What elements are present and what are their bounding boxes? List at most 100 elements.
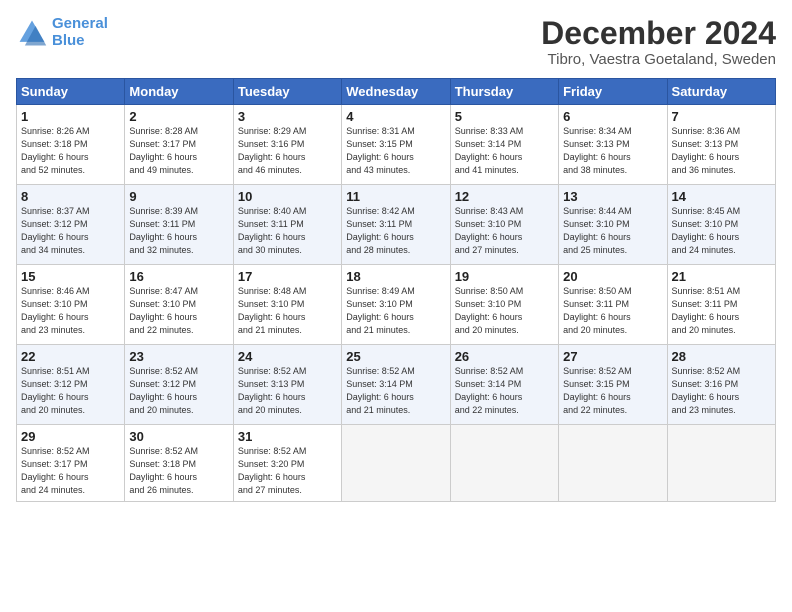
- day-number: 15: [21, 269, 120, 284]
- calendar-cell: [559, 425, 667, 502]
- day-number: 27: [563, 349, 662, 364]
- day-info: Sunrise: 8:46 AM Sunset: 3:10 PM Dayligh…: [21, 285, 120, 337]
- day-number: 22: [21, 349, 120, 364]
- day-number: 13: [563, 189, 662, 204]
- day-number: 5: [455, 109, 554, 124]
- page: General Blue December 2024 Tibro, Vaestr…: [0, 0, 792, 612]
- day-number: 9: [129, 189, 228, 204]
- col-monday: Monday: [125, 79, 233, 105]
- calendar-cell: 20Sunrise: 8:50 AM Sunset: 3:11 PM Dayli…: [559, 265, 667, 345]
- day-info: Sunrise: 8:52 AM Sunset: 3:17 PM Dayligh…: [21, 445, 120, 497]
- day-info: Sunrise: 8:50 AM Sunset: 3:11 PM Dayligh…: [563, 285, 662, 337]
- day-info: Sunrise: 8:29 AM Sunset: 3:16 PM Dayligh…: [238, 125, 337, 177]
- day-number: 4: [346, 109, 445, 124]
- logo-general: General: [52, 15, 108, 32]
- day-number: 16: [129, 269, 228, 284]
- header: General Blue December 2024 Tibro, Vaestr…: [16, 16, 776, 68]
- calendar-cell: 8Sunrise: 8:37 AM Sunset: 3:12 PM Daylig…: [17, 185, 125, 265]
- calendar-header-row: Sunday Monday Tuesday Wednesday Thursday…: [17, 79, 776, 105]
- day-number: 30: [129, 429, 228, 444]
- day-info: Sunrise: 8:52 AM Sunset: 3:14 PM Dayligh…: [346, 365, 445, 417]
- col-tuesday: Tuesday: [233, 79, 341, 105]
- day-info: Sunrise: 8:45 AM Sunset: 3:10 PM Dayligh…: [672, 205, 771, 257]
- day-number: 28: [672, 349, 771, 364]
- day-info: Sunrise: 8:52 AM Sunset: 3:20 PM Dayligh…: [238, 445, 337, 497]
- calendar-cell: 14Sunrise: 8:45 AM Sunset: 3:10 PM Dayli…: [667, 185, 775, 265]
- day-info: Sunrise: 8:52 AM Sunset: 3:15 PM Dayligh…: [563, 365, 662, 417]
- day-number: 19: [455, 269, 554, 284]
- day-number: 3: [238, 109, 337, 124]
- calendar-cell: 16Sunrise: 8:47 AM Sunset: 3:10 PM Dayli…: [125, 265, 233, 345]
- calendar-cell: 3Sunrise: 8:29 AM Sunset: 3:16 PM Daylig…: [233, 105, 341, 185]
- title-block: December 2024 Tibro, Vaestra Goetaland, …: [541, 16, 776, 68]
- day-info: Sunrise: 8:51 AM Sunset: 3:11 PM Dayligh…: [672, 285, 771, 337]
- calendar-cell: 1Sunrise: 8:26 AM Sunset: 3:18 PM Daylig…: [17, 105, 125, 185]
- day-info: Sunrise: 8:34 AM Sunset: 3:13 PM Dayligh…: [563, 125, 662, 177]
- day-info: Sunrise: 8:33 AM Sunset: 3:14 PM Dayligh…: [455, 125, 554, 177]
- calendar-cell: 30Sunrise: 8:52 AM Sunset: 3:18 PM Dayli…: [125, 425, 233, 502]
- day-info: Sunrise: 8:26 AM Sunset: 3:18 PM Dayligh…: [21, 125, 120, 177]
- col-saturday: Saturday: [667, 79, 775, 105]
- calendar-cell: 19Sunrise: 8:50 AM Sunset: 3:10 PM Dayli…: [450, 265, 558, 345]
- col-wednesday: Wednesday: [342, 79, 450, 105]
- day-number: 11: [346, 189, 445, 204]
- calendar-cell: 9Sunrise: 8:39 AM Sunset: 3:11 PM Daylig…: [125, 185, 233, 265]
- day-info: Sunrise: 8:28 AM Sunset: 3:17 PM Dayligh…: [129, 125, 228, 177]
- day-info: Sunrise: 8:31 AM Sunset: 3:15 PM Dayligh…: [346, 125, 445, 177]
- day-number: 21: [672, 269, 771, 284]
- day-info: Sunrise: 8:36 AM Sunset: 3:13 PM Dayligh…: [672, 125, 771, 177]
- day-info: Sunrise: 8:37 AM Sunset: 3:12 PM Dayligh…: [21, 205, 120, 257]
- day-number: 23: [129, 349, 228, 364]
- calendar-cell: 22Sunrise: 8:51 AM Sunset: 3:12 PM Dayli…: [17, 345, 125, 425]
- logo-icon: [16, 17, 48, 49]
- calendar-week-4: 22Sunrise: 8:51 AM Sunset: 3:12 PM Dayli…: [17, 345, 776, 425]
- day-info: Sunrise: 8:50 AM Sunset: 3:10 PM Dayligh…: [455, 285, 554, 337]
- day-info: Sunrise: 8:44 AM Sunset: 3:10 PM Dayligh…: [563, 205, 662, 257]
- calendar-cell: 26Sunrise: 8:52 AM Sunset: 3:14 PM Dayli…: [450, 345, 558, 425]
- day-number: 6: [563, 109, 662, 124]
- calendar-cell: 7Sunrise: 8:36 AM Sunset: 3:13 PM Daylig…: [667, 105, 775, 185]
- day-info: Sunrise: 8:52 AM Sunset: 3:18 PM Dayligh…: [129, 445, 228, 497]
- day-number: 8: [21, 189, 120, 204]
- day-info: Sunrise: 8:52 AM Sunset: 3:14 PM Dayligh…: [455, 365, 554, 417]
- calendar-cell: 17Sunrise: 8:48 AM Sunset: 3:10 PM Dayli…: [233, 265, 341, 345]
- calendar-cell: 27Sunrise: 8:52 AM Sunset: 3:15 PM Dayli…: [559, 345, 667, 425]
- day-number: 24: [238, 349, 337, 364]
- calendar-cell: 31Sunrise: 8:52 AM Sunset: 3:20 PM Dayli…: [233, 425, 341, 502]
- day-info: Sunrise: 8:52 AM Sunset: 3:13 PM Dayligh…: [238, 365, 337, 417]
- day-info: Sunrise: 8:39 AM Sunset: 3:11 PM Dayligh…: [129, 205, 228, 257]
- day-number: 1: [21, 109, 120, 124]
- day-number: 31: [238, 429, 337, 444]
- day-info: Sunrise: 8:51 AM Sunset: 3:12 PM Dayligh…: [21, 365, 120, 417]
- calendar-cell: 25Sunrise: 8:52 AM Sunset: 3:14 PM Dayli…: [342, 345, 450, 425]
- calendar-cell: 24Sunrise: 8:52 AM Sunset: 3:13 PM Dayli…: [233, 345, 341, 425]
- day-info: Sunrise: 8:49 AM Sunset: 3:10 PM Dayligh…: [346, 285, 445, 337]
- day-number: 7: [672, 109, 771, 124]
- calendar-cell: [342, 425, 450, 502]
- day-info: Sunrise: 8:47 AM Sunset: 3:10 PM Dayligh…: [129, 285, 228, 337]
- day-number: 26: [455, 349, 554, 364]
- day-info: Sunrise: 8:52 AM Sunset: 3:12 PM Dayligh…: [129, 365, 228, 417]
- day-info: Sunrise: 8:48 AM Sunset: 3:10 PM Dayligh…: [238, 285, 337, 337]
- logo-text: General Blue: [52, 16, 108, 49]
- calendar-cell: 12Sunrise: 8:43 AM Sunset: 3:10 PM Dayli…: [450, 185, 558, 265]
- calendar-week-5: 29Sunrise: 8:52 AM Sunset: 3:17 PM Dayli…: [17, 425, 776, 502]
- calendar: Sunday Monday Tuesday Wednesday Thursday…: [16, 78, 776, 502]
- day-number: 14: [672, 189, 771, 204]
- calendar-week-2: 8Sunrise: 8:37 AM Sunset: 3:12 PM Daylig…: [17, 185, 776, 265]
- calendar-week-3: 15Sunrise: 8:46 AM Sunset: 3:10 PM Dayli…: [17, 265, 776, 345]
- col-friday: Friday: [559, 79, 667, 105]
- day-info: Sunrise: 8:43 AM Sunset: 3:10 PM Dayligh…: [455, 205, 554, 257]
- calendar-week-1: 1Sunrise: 8:26 AM Sunset: 3:18 PM Daylig…: [17, 105, 776, 185]
- calendar-cell: [450, 425, 558, 502]
- calendar-cell: 29Sunrise: 8:52 AM Sunset: 3:17 PM Dayli…: [17, 425, 125, 502]
- calendar-cell: 15Sunrise: 8:46 AM Sunset: 3:10 PM Dayli…: [17, 265, 125, 345]
- day-number: 10: [238, 189, 337, 204]
- calendar-cell: 4Sunrise: 8:31 AM Sunset: 3:15 PM Daylig…: [342, 105, 450, 185]
- calendar-cell: 5Sunrise: 8:33 AM Sunset: 3:14 PM Daylig…: [450, 105, 558, 185]
- calendar-cell: 10Sunrise: 8:40 AM Sunset: 3:11 PM Dayli…: [233, 185, 341, 265]
- calendar-cell: 13Sunrise: 8:44 AM Sunset: 3:10 PM Dayli…: [559, 185, 667, 265]
- calendar-cell: 11Sunrise: 8:42 AM Sunset: 3:11 PM Dayli…: [342, 185, 450, 265]
- day-number: 17: [238, 269, 337, 284]
- logo: General Blue: [16, 16, 108, 49]
